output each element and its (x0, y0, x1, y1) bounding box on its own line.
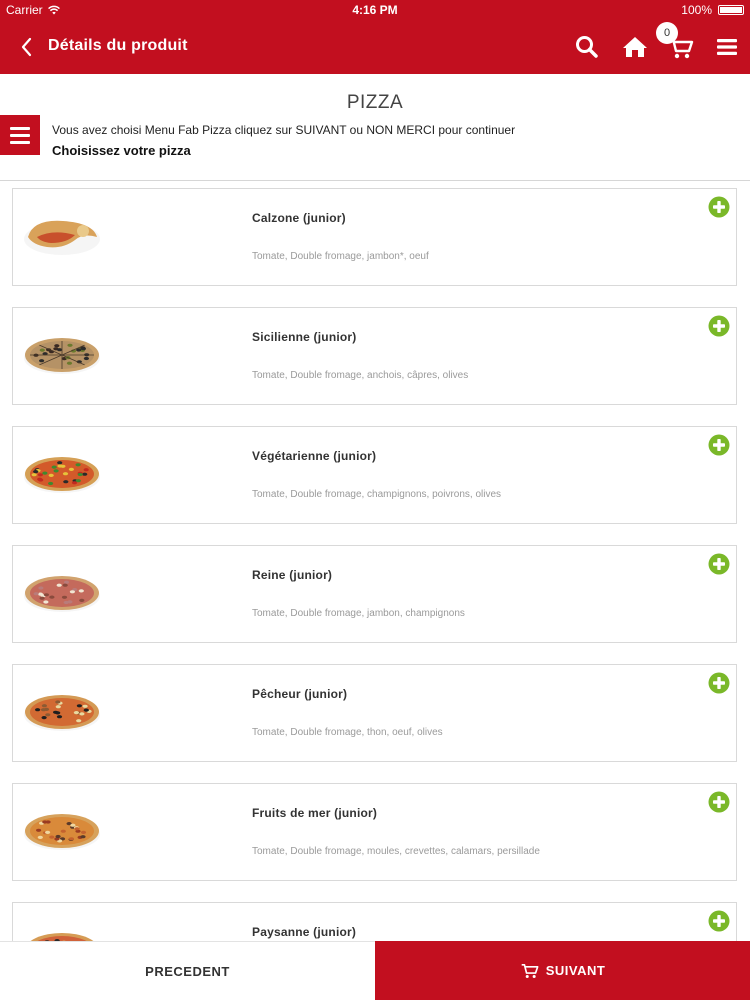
add-circle-icon[interactable] (708, 791, 730, 813)
search-icon[interactable] (573, 33, 601, 61)
product-name: Paysanne (junior) (252, 925, 357, 939)
product-description: Tomate, Double fromage, jambon, champign… (252, 608, 465, 619)
product-card[interactable]: Végétarienne (junior) Tomate, Double from… (12, 426, 737, 524)
home-icon[interactable] (621, 33, 649, 61)
pizza-image (24, 338, 100, 374)
pizza-image (30, 933, 94, 941)
pizza-image (24, 695, 100, 731)
clock-label: 4:16 PM (352, 3, 398, 17)
product-name: Calzone (junior) (252, 211, 346, 225)
footer-actions: PRECEDENT SUIVANT (0, 941, 750, 1000)
add-circle-icon[interactable] (708, 315, 730, 337)
next-button[interactable]: SUIVANT (375, 941, 750, 1000)
product-card[interactable]: Calzone (junior) Tomate, Double fromage, … (12, 188, 737, 286)
product-list[interactable]: Calzone (junior) Tomate, Double fromage, … (0, 181, 750, 941)
product-card[interactable]: Sicilienne (junior) Tomate, Double fromag… (12, 307, 737, 405)
pizza-image (24, 457, 100, 493)
cart-count-badge: 0 (656, 22, 678, 44)
previous-button[interactable]: PRECEDENT (0, 941, 375, 1000)
product-name: Reine (junior) (252, 568, 333, 582)
add-circle-icon[interactable] (708, 910, 730, 932)
product-card[interactable]: Paysanne (junior) (12, 902, 737, 941)
cart-icon (521, 963, 539, 978)
battery-icon (718, 5, 744, 15)
intro-section: PIZZA Vous avez choisi Menu Fab Pizza cl… (0, 74, 750, 181)
nav-title: Détails du produit (48, 37, 188, 54)
next-button-label: SUIVANT (545, 963, 606, 978)
nav-bar: Détails du produit 0 (0, 20, 750, 74)
product-card[interactable]: Fruits de mer (junior) Tomate, Double fro… (12, 783, 737, 881)
add-circle-icon[interactable] (708, 672, 730, 694)
category-menu-button[interactable] (0, 115, 40, 155)
product-name: Pêcheur (junior) (252, 687, 348, 701)
product-name: Végétarienne (junior) (252, 449, 377, 463)
menu-icon[interactable] (713, 33, 741, 61)
product-description: Tomate, Double fromage, jambon*, oeuf (252, 251, 429, 262)
app-header: Carrier 4:16 PM 100% Détails du produit … (0, 0, 750, 74)
pizza-image (24, 576, 100, 612)
product-description: Tomate, Double fromage, anchois, câpres,… (252, 370, 469, 381)
pizza-image (24, 814, 100, 850)
back-icon[interactable] (16, 34, 40, 60)
instruction-subtitle: Choisissez votre pizza (52, 143, 191, 158)
add-circle-icon[interactable] (708, 434, 730, 456)
status-bar: Carrier 4:16 PM 100% (0, 0, 750, 20)
product-description: Tomate, Double fromage, thon, oeuf, oliv… (252, 727, 443, 738)
instruction-message: Vous avez choisi Menu Fab Pizza cliquez … (52, 123, 516, 137)
product-card[interactable]: Pêcheur (junior) Tomate, Double fromage, … (12, 664, 737, 762)
product-name: Fruits de mer (junior) (252, 806, 378, 820)
add-circle-icon[interactable] (708, 553, 730, 575)
product-description: Tomate, Double fromage, champignons, poi… (252, 489, 502, 500)
previous-button-label: PRECEDENT (145, 963, 230, 979)
product-description: Tomate, Double fromage, moules, crevette… (252, 846, 540, 857)
page-title: PIZZA (346, 92, 404, 113)
product-card[interactable]: Reine (junior) Tomate, Double fromage, ja… (12, 545, 737, 643)
add-circle-icon[interactable] (708, 196, 730, 218)
battery-percentage: 100% (681, 3, 712, 17)
pizza-image (24, 220, 100, 255)
product-name: Sicilienne (junior) (252, 330, 357, 344)
